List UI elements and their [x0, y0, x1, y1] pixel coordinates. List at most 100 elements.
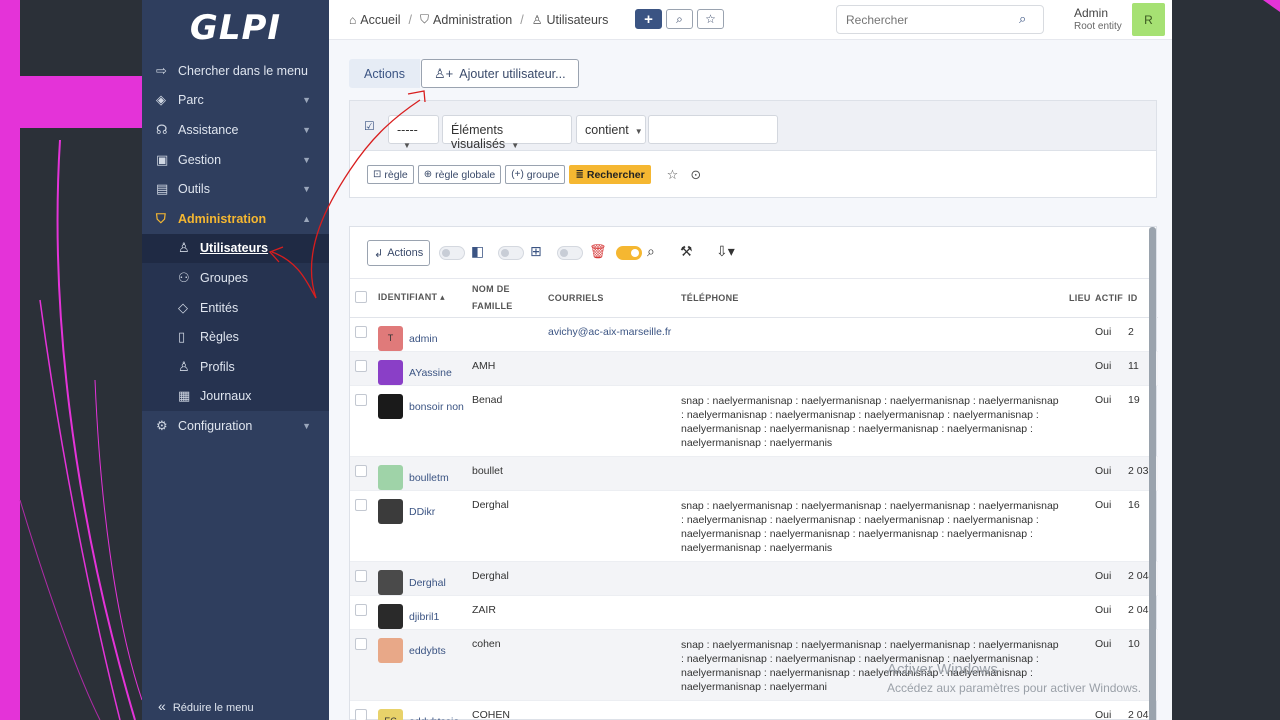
user-login-link[interactable]: djibril1	[409, 610, 439, 625]
row-checkbox[interactable]	[355, 393, 367, 406]
search-icon[interactable]: ⌕	[1019, 11, 1026, 27]
star-icon[interactable]: ☆	[667, 167, 679, 183]
user-login-link[interactable]: DDikr	[409, 505, 435, 520]
row-checkbox[interactable]	[355, 637, 367, 650]
global-search-input[interactable]	[836, 5, 1044, 34]
user-login-link[interactable]: admin	[409, 332, 438, 347]
table-row[interactable]: djibril1 ZAIR Oui 2 041	[350, 595, 1158, 630]
menu-item-gestion[interactable]: ▣ Gestion ▼	[142, 145, 329, 175]
email-cell[interactable]	[548, 385, 681, 457]
reduce-menu-button[interactable]: « Réduire le menu	[158, 698, 254, 714]
email-cell[interactable]	[548, 561, 681, 596]
email-cell[interactable]	[548, 456, 681, 491]
breadcrumb-admin[interactable]: Administration	[433, 13, 512, 27]
user-login-link[interactable]: eddybtssio	[409, 715, 459, 720]
submenu-item-utilisateurs[interactable]: ♙ Utilisateurs	[142, 233, 329, 264]
field-select[interactable]: ----- ▼	[388, 115, 439, 150]
reset-icon[interactable]: ⊙	[690, 167, 701, 183]
table-row[interactable]: boulletm boullet Oui 2 035	[350, 456, 1158, 491]
col-lieu[interactable]: LIEU	[1069, 279, 1095, 318]
add-global-rule-button[interactable]: ⊕ règle globale	[417, 165, 502, 184]
col-identifiant[interactable]: IDENTIFIANT ▴	[378, 279, 472, 318]
menu-item-parc[interactable]: ◈ Parc ▼	[142, 86, 329, 116]
table-row[interactable]: ECeddybtssioCOHENOui2 047	[350, 700, 1158, 720]
submenu-item-entites[interactable]: ◇ Entités	[142, 293, 329, 323]
menu-item-label: Parc	[178, 93, 204, 108]
email-cell[interactable]	[548, 629, 681, 701]
table-row[interactable]: AYassine AMH Oui 11	[350, 351, 1158, 386]
breadcrumb-home[interactable]: Accueil	[360, 13, 400, 27]
menu-search[interactable]: ⇨ Chercher dans le menu	[142, 56, 329, 86]
user-login-link[interactable]: AYassine	[409, 366, 452, 381]
bookmark-button[interactable]: ☆	[697, 9, 724, 29]
row-checkbox[interactable]	[355, 603, 367, 616]
col-courriels[interactable]: COURRIELS	[548, 279, 681, 318]
home-icon: ⌂	[349, 12, 357, 27]
row-checkbox[interactable]	[355, 325, 367, 338]
user-login-link[interactable]: Derghal	[409, 576, 446, 591]
email-cell[interactable]	[548, 351, 681, 386]
user-menu[interactable]: Admin Root entity	[1074, 7, 1122, 33]
tree-toggle[interactable]	[498, 246, 524, 260]
trash-toggle[interactable]	[557, 246, 583, 260]
user-login-link[interactable]: eddybts	[409, 644, 446, 659]
export-icon[interactable]: ⇩▾	[716, 243, 735, 260]
items-select[interactable]: Éléments visualisés ▼	[442, 115, 572, 151]
search-button[interactable]: ≣ Rechercher	[569, 165, 651, 184]
identifiant-cell: Derghal	[378, 561, 472, 596]
row-checkbox[interactable]	[355, 708, 367, 720]
email-cell[interactable]	[548, 700, 681, 720]
row-checkbox[interactable]	[355, 359, 367, 372]
lastname-cell	[472, 317, 548, 352]
avatar[interactable]: R	[1132, 3, 1165, 36]
map-toggle[interactable]	[439, 246, 465, 260]
brackets-icon: (+)	[511, 169, 524, 180]
table-row[interactable]: Tadmin avichy@ac-aix-marseille.fr Oui 2	[350, 317, 1158, 352]
email-cell[interactable]: avichy@ac-aix-marseille.fr	[548, 317, 681, 352]
submenu-item-profils[interactable]: ♙ Profils	[142, 352, 329, 382]
select-all-checkbox[interactable]	[355, 290, 367, 303]
email-cell[interactable]	[548, 595, 681, 630]
scrollbar[interactable]	[1149, 227, 1156, 720]
add-rule-button[interactable]: ⊡ règle	[367, 165, 414, 184]
search-toggle-button[interactable]: ⌕	[666, 9, 693, 29]
phone-cell	[681, 317, 1069, 352]
avatar: EC	[378, 708, 403, 720]
menu-item-outils[interactable]: ▤ Outils ▼	[142, 174, 329, 204]
submenu-item-journaux[interactable]: ▦ Journaux	[142, 382, 329, 412]
menu-item-label: Gestion	[178, 152, 222, 167]
row-checkbox[interactable]	[355, 569, 367, 582]
square-plus-icon: ⊡	[373, 169, 382, 180]
col-actif[interactable]: ACTIF	[1095, 279, 1128, 318]
menu-item-configuration[interactable]: ⚙ Configuration ▼	[142, 411, 329, 441]
lastname-cell: ZAIR	[472, 595, 548, 630]
col-telephone[interactable]: TÉLÉPHONE	[681, 279, 1069, 318]
add-user-button[interactable]: ♙+ Ajouter utilisateur...	[421, 59, 579, 88]
menu-item-administration[interactable]: ⛉ Administration ▲	[142, 204, 329, 234]
menu-item-assistance[interactable]: ☊ Assistance ▼	[142, 115, 329, 145]
add-group-button[interactable]: (+) groupe	[505, 165, 566, 184]
row-select-cell	[350, 385, 378, 457]
checkbox-icon[interactable]: ☑	[364, 119, 375, 133]
table-row[interactable]: Derghal Derghal Oui 2 048	[350, 561, 1158, 596]
glpi-logo[interactable]: GLPI	[142, 0, 329, 56]
operator-select[interactable]: contient ▼	[576, 115, 646, 144]
user-login-link[interactable]: boulletm	[409, 471, 449, 486]
massive-actions-button[interactable]: ↲ Actions	[367, 240, 431, 266]
table-row[interactable]: bonsoir non Benad snap : naelyermanisnap :…	[350, 385, 1158, 457]
criteria-value-input[interactable]	[648, 115, 778, 144]
email-cell[interactable]	[548, 490, 681, 562]
submenu-item-regles[interactable]: ▯ Règles	[142, 322, 329, 352]
wrench-icon[interactable]: ⚒	[680, 243, 693, 260]
col-nom-famille[interactable]: NOM DE FAMILLE	[472, 279, 548, 318]
table-row[interactable]: DDikr Derghal snap : naelyermanisnap : nae…	[350, 490, 1158, 562]
row-checkbox[interactable]	[355, 498, 367, 511]
breadcrumb-users[interactable]: Utilisateurs	[547, 13, 609, 27]
actions-tab[interactable]: Actions	[349, 59, 420, 88]
row-checkbox[interactable]	[355, 464, 367, 477]
submenu-item-groupes[interactable]: ⚇ Groupes	[142, 263, 329, 293]
phone-cell	[681, 351, 1069, 386]
search-toggle[interactable]	[616, 246, 642, 260]
user-login-link[interactable]: bonsoir non	[409, 400, 464, 415]
add-button[interactable]: +	[635, 9, 662, 29]
